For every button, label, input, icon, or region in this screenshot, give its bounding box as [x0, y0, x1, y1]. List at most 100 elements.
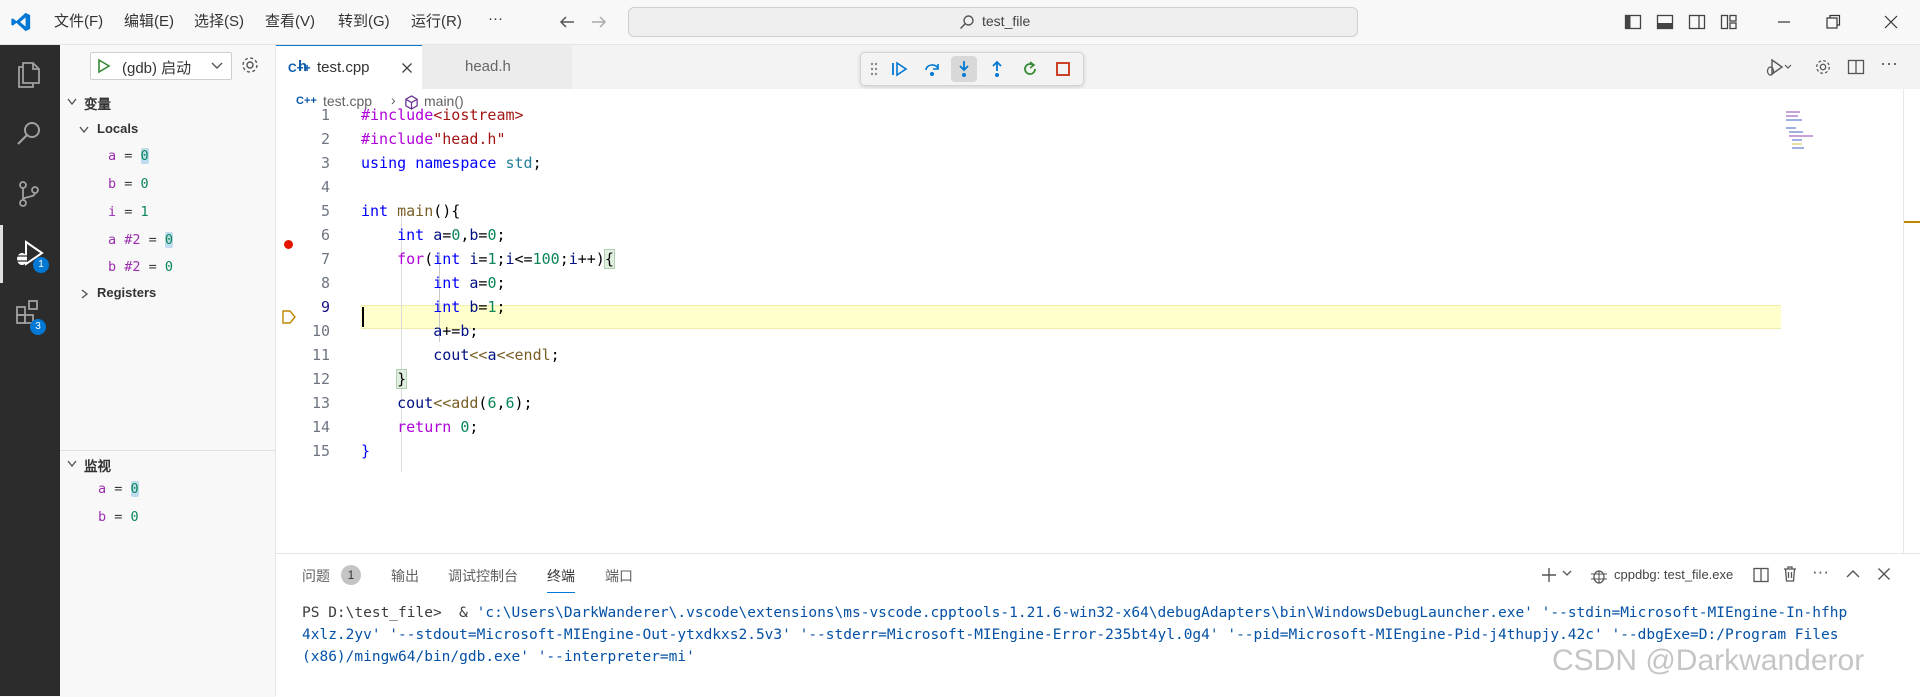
step-over-icon[interactable]	[923, 60, 941, 78]
toggle-secondary-sidebar-icon[interactable]	[1688, 13, 1706, 31]
gear-icon[interactable]	[240, 55, 260, 75]
toggle-panel-icon[interactable]	[1656, 13, 1674, 31]
stop-icon[interactable]	[1054, 60, 1072, 78]
tab-terminal[interactable]: 终端	[547, 566, 575, 593]
chevron-down-icon[interactable]	[66, 459, 78, 469]
code-line: 11 cout<<a<<endl;	[311, 346, 560, 364]
code-line: 2 #include"head.h"	[320, 130, 506, 148]
activity-bar: 1 3	[0, 45, 60, 696]
terminal-line: (x86)/mingw64/bin/gdb.exe' '--interprete…	[302, 649, 695, 665]
code-line: 6 int a=0,b=0;	[320, 226, 506, 244]
tab-problems[interactable]: 问题	[302, 566, 330, 586]
step-into-icon	[959, 61, 969, 77]
code-line: 7 for(int i=1;i<=100;i++){	[320, 249, 615, 269]
watch-section-title[interactable]: 监视	[84, 455, 111, 475]
code-line: 8 int a=0;	[320, 274, 506, 292]
run-config-dropdown[interactable]: (gdb) 启动	[90, 52, 232, 80]
menu-edit[interactable]: 编辑(E)	[124, 10, 174, 31]
menu-more[interactable]: ···	[488, 10, 503, 27]
tab-label: test.cpp	[317, 59, 370, 76]
code-line: 5 int main(){	[320, 202, 461, 220]
step-out-icon[interactable]	[988, 60, 1006, 78]
customize-layout-icon[interactable]	[1720, 13, 1738, 31]
variable-item[interactable]: b = 0	[108, 176, 149, 192]
chevron-down-icon	[211, 62, 223, 69]
start-debugging-icon[interactable]	[97, 58, 111, 74]
debug-badge: 1	[33, 257, 49, 273]
chevron-down-icon[interactable]	[1562, 570, 1572, 578]
trash-icon[interactable]	[1781, 565, 1799, 583]
split-editor-icon[interactable]	[1847, 58, 1865, 76]
terminal-name[interactable]: cppdbg: test_file.exe	[1614, 567, 1733, 582]
menu-run[interactable]: 运行(R)	[411, 10, 462, 31]
code-line: 14 return 0;	[311, 418, 479, 436]
close-panel-icon[interactable]	[1876, 566, 1892, 582]
step-into-button[interactable]	[951, 56, 977, 82]
menu-view[interactable]: 查看(V)	[265, 10, 315, 31]
new-terminal-icon[interactable]	[1540, 566, 1558, 584]
search-text: test_file	[982, 13, 1031, 29]
menu-file[interactable]: 文件(F)	[54, 10, 103, 31]
close-icon[interactable]	[401, 62, 413, 74]
section-divider	[60, 450, 275, 451]
chevron-right-icon[interactable]	[80, 288, 90, 300]
problems-count-badge: 1	[341, 565, 361, 585]
watch-item[interactable]: b = 0	[98, 509, 139, 525]
run-debug-button[interactable]: 1	[0, 225, 60, 283]
minimize-icon[interactable]	[1775, 13, 1793, 31]
more-actions-icon[interactable]: ···	[1812, 562, 1829, 582]
code-line: 13 cout<<add(6,6);	[311, 394, 533, 412]
command-center-search[interactable]: test_file	[628, 7, 1358, 37]
registers-scope-title[interactable]: Registers	[97, 285, 156, 300]
drag-handle-icon[interactable]	[869, 62, 879, 76]
restart-icon[interactable]	[1021, 60, 1039, 78]
run-debug-menu-icon[interactable]	[1766, 57, 1792, 77]
minimap[interactable]	[1786, 111, 1826, 151]
tab-output[interactable]: 输出	[391, 566, 419, 586]
search-view-button[interactable]	[0, 105, 60, 163]
chevron-down-icon[interactable]	[78, 125, 90, 135]
chevron-down-icon[interactable]	[66, 97, 78, 107]
debug-terminal-icon	[1591, 570, 1607, 584]
terminal-line: 4xlz.2yv' '--stdout=Microsoft-MIEngine-O…	[302, 627, 1839, 643]
more-actions-icon[interactable]: ···	[1880, 53, 1898, 74]
code-line: 4	[320, 178, 330, 196]
source-control-icon	[19, 181, 39, 207]
close-window-icon[interactable]	[1882, 13, 1900, 31]
code-editor[interactable]: C++ test.cpp › main() 1 #include<iostream…	[276, 89, 1920, 553]
variable-item[interactable]: a = 0	[108, 148, 149, 164]
code-line: 1 #include<iostream>	[320, 106, 524, 124]
variable-item[interactable]: i = 1	[108, 204, 149, 220]
source-control-button[interactable]	[0, 165, 60, 223]
split-terminal-icon[interactable]	[1752, 566, 1770, 584]
explorer-button[interactable]	[0, 45, 60, 103]
variable-item[interactable]: b #2 = 0	[108, 259, 173, 275]
continue-icon[interactable]	[891, 60, 909, 78]
code-line: 3 using namespace std;	[320, 154, 542, 172]
toggle-primary-sidebar-icon[interactable]	[1624, 13, 1642, 31]
variable-item[interactable]: a #2 = 0	[108, 232, 174, 248]
tab-label: head.h	[465, 58, 511, 75]
tab-debug-console[interactable]: 调试控制台	[448, 566, 518, 586]
menu-go[interactable]: 转到(G)	[338, 10, 390, 31]
editor-tabs: C++ test.cpp h head.h ···	[276, 45, 1920, 89]
vscode-logo-icon	[11, 12, 31, 32]
maximize-panel-icon[interactable]	[1845, 567, 1861, 581]
scrollbar-track[interactable]	[1903, 89, 1904, 553]
locals-scope-title[interactable]: Locals	[97, 121, 138, 136]
back-arrow-icon[interactable]	[558, 14, 576, 30]
tab-head-h[interactable]: h head.h	[298, 45, 572, 89]
extensions-button[interactable]: 3	[0, 285, 60, 343]
restore-icon[interactable]	[1824, 13, 1842, 31]
extensions-badge: 3	[30, 319, 46, 335]
variables-section-title[interactable]: 变量	[84, 93, 111, 113]
search-icon	[959, 15, 974, 30]
menu-selection[interactable]: 选择(S)	[194, 10, 244, 31]
files-icon	[18, 62, 40, 88]
debug-toolbar	[860, 52, 1084, 86]
gear-icon[interactable]	[1814, 58, 1832, 76]
tab-ports[interactable]: 端口	[605, 566, 633, 586]
run-config-label: (gdb) 启动	[122, 60, 192, 77]
watch-item[interactable]: a = 0	[98, 481, 139, 497]
forward-arrow-icon[interactable]	[590, 14, 608, 30]
